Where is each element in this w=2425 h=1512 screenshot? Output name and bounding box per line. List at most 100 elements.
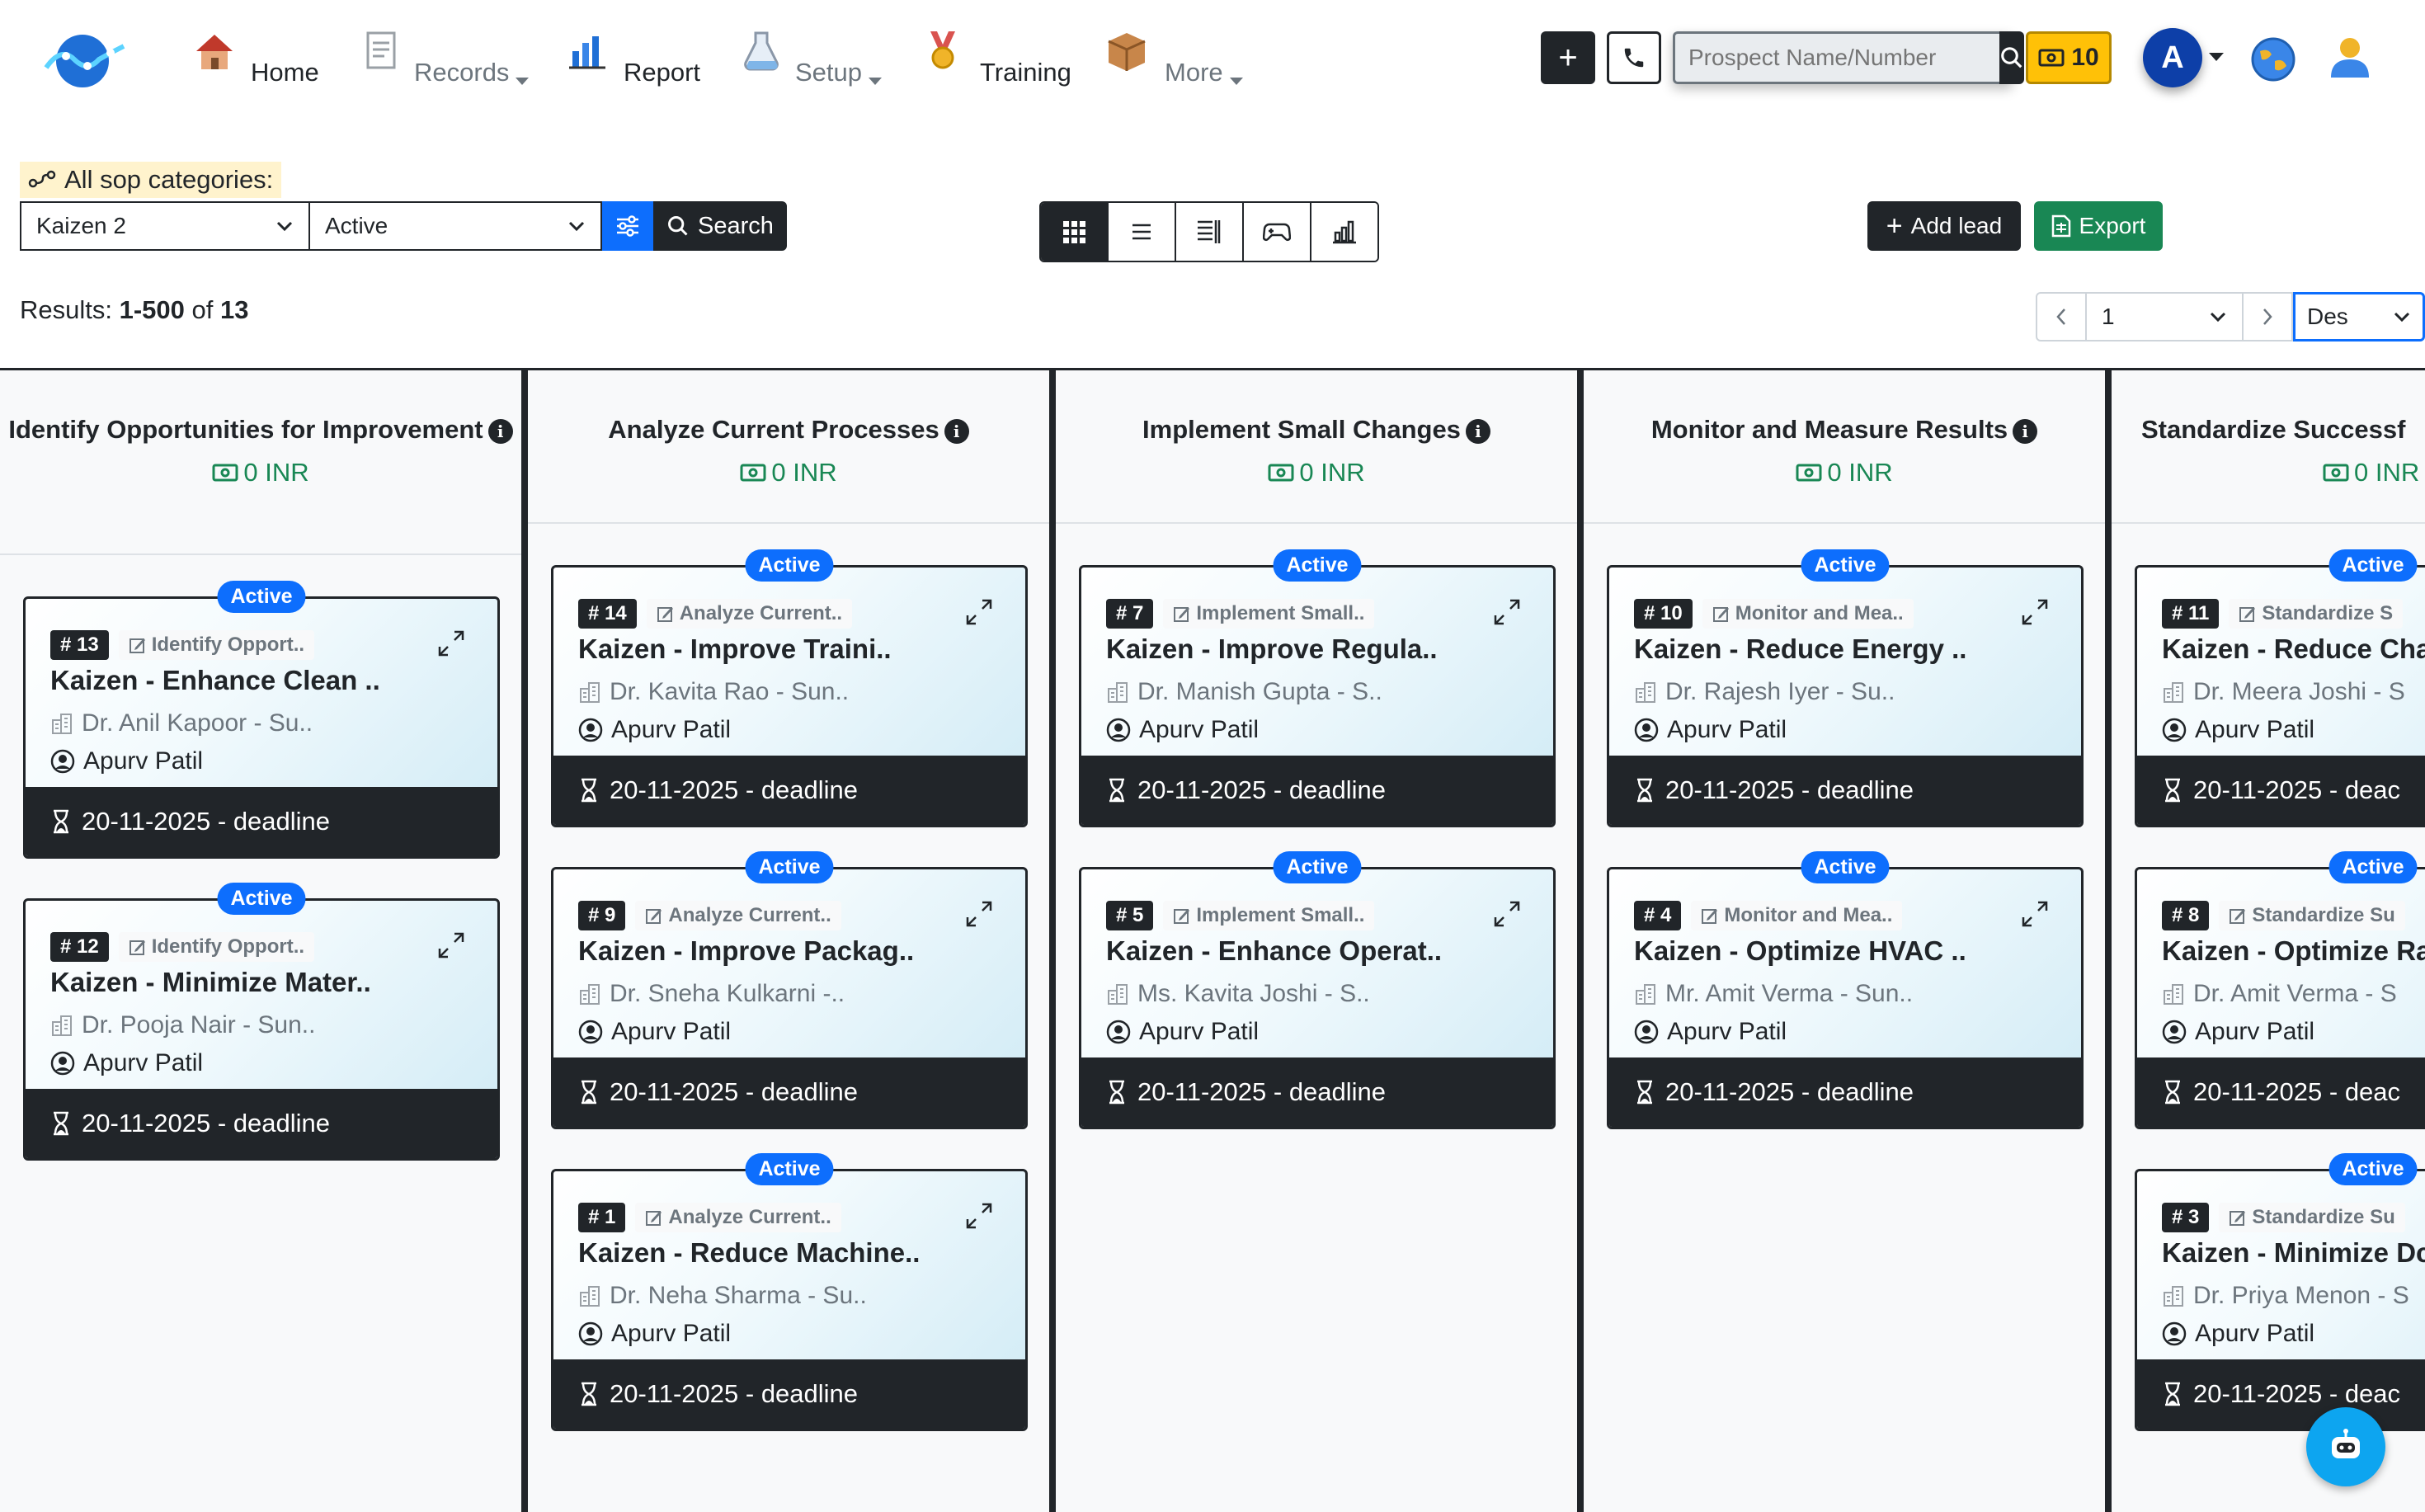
card-title[interactable]: Kaizen - Improve Packag.. bbox=[578, 935, 914, 967]
nav-training[interactable]: Training bbox=[922, 30, 1087, 87]
stage-tag[interactable]: Analyze Current.. bbox=[635, 901, 841, 930]
card-title[interactable]: Kaizen - Minimize Dc bbox=[2162, 1237, 2425, 1269]
lead-card[interactable]: Active # 10 Monitor and Mea.. Kaizen - R… bbox=[1607, 549, 2084, 827]
page-select[interactable]: 1 bbox=[2087, 292, 2242, 341]
card-deadline-text: 20-11-2025 - deadline bbox=[610, 1379, 859, 1408]
expand-icon[interactable] bbox=[2020, 899, 2050, 929]
nav-more[interactable]: More bbox=[1105, 30, 1254, 87]
add-button[interactable]: + bbox=[1541, 31, 1595, 84]
card-contact-text: Dr. Priya Menon - S bbox=[2193, 1282, 2409, 1309]
chevron-down-icon bbox=[2394, 312, 2410, 323]
stage-tag[interactable]: Analyze Current.. bbox=[646, 599, 853, 629]
prospect-search-button[interactable] bbox=[1999, 31, 2024, 84]
nav-setup[interactable]: Setup bbox=[741, 30, 897, 87]
stage-tag[interactable]: Analyze Current.. bbox=[635, 1203, 841, 1232]
person-circle-icon bbox=[1106, 718, 1131, 742]
info-icon[interactable]: i bbox=[487, 418, 513, 444]
lead-card[interactable]: Active # 13 Identify Opport.. Kaizen - E… bbox=[23, 581, 500, 859]
info-icon[interactable]: i bbox=[2013, 418, 2038, 444]
lead-card[interactable]: Active # 9 Analyze Current.. Kaizen - Im… bbox=[551, 851, 1028, 1129]
stage-tag[interactable]: Implement Small.. bbox=[1163, 599, 1375, 629]
call-button[interactable] bbox=[1607, 31, 1661, 84]
list-view-button[interactable] bbox=[1109, 203, 1176, 261]
card-title[interactable]: Kaizen - Enhance Operat.. bbox=[1106, 935, 1442, 967]
cash-icon bbox=[740, 464, 766, 482]
lead-card[interactable]: Active # 14 Analyze Current.. Kaizen - I… bbox=[551, 549, 1028, 827]
prospect-search-input[interactable] bbox=[1673, 31, 1999, 84]
grid-icon bbox=[1063, 221, 1085, 243]
search-button[interactable]: Search bbox=[653, 201, 787, 251]
advanced-filter-button[interactable] bbox=[602, 201, 653, 251]
chart-view-button[interactable] bbox=[1311, 203, 1377, 261]
card-title[interactable]: Kaizen - Optimize Ra bbox=[2162, 935, 2425, 967]
next-page-button[interactable] bbox=[2242, 292, 2293, 341]
game-view-button[interactable] bbox=[1244, 203, 1311, 261]
stage-tag[interactable]: Identify Opport.. bbox=[118, 932, 315, 962]
expand-icon[interactable] bbox=[436, 629, 466, 658]
card-title[interactable]: Kaizen - Optimize HVAC .. bbox=[1634, 935, 1966, 967]
expand-icon[interactable] bbox=[964, 597, 994, 627]
card-title[interactable]: Kaizen - Reduce Cha bbox=[2162, 634, 2425, 665]
card-title[interactable]: Kaizen - Minimize Mater.. bbox=[50, 967, 371, 998]
lead-card[interactable]: Active # 11 Standardize S Kaizen - Reduc… bbox=[2135, 549, 2425, 827]
card-title[interactable]: Kaizen - Reduce Energy .. bbox=[1634, 634, 1966, 665]
nav-report[interactable]: Report bbox=[567, 30, 716, 87]
lead-card[interactable]: Active # 7 Implement Small.. Kaizen - Im… bbox=[1079, 549, 1556, 827]
hourglass-icon bbox=[1109, 778, 1124, 803]
expand-icon[interactable] bbox=[964, 899, 994, 929]
user-profile-icon[interactable] bbox=[2326, 33, 2374, 81]
expand-icon[interactable] bbox=[1492, 899, 1522, 929]
lead-card[interactable]: Active # 12 Identify Opport.. Kaizen - M… bbox=[23, 883, 500, 1161]
stage-tag[interactable]: Implement Small.. bbox=[1163, 901, 1375, 930]
lead-card[interactable]: Active # 5 Implement Small.. Kaizen - En… bbox=[1079, 851, 1556, 1129]
card-title[interactable]: Kaizen - Reduce Machine.. bbox=[578, 1237, 920, 1269]
category-select[interactable]: Kaizen 2 bbox=[20, 201, 310, 251]
info-icon[interactable]: i bbox=[944, 418, 969, 444]
person-circle-icon bbox=[1634, 718, 1659, 742]
nav-home[interactable]: Home bbox=[193, 30, 325, 87]
prev-page-button[interactable] bbox=[2036, 292, 2087, 341]
add-lead-button[interactable]: + Add lead bbox=[1867, 201, 2021, 251]
card-contact-text: Dr. Anil Kapoor - Su.. bbox=[82, 709, 313, 737]
card-title[interactable]: Kaizen - Improve Regula.. bbox=[1106, 634, 1438, 665]
card-deadline: 20-11-2025 - deadline bbox=[553, 756, 1025, 825]
lead-card[interactable]: Active # 1 Analyze Current.. Kaizen - Re… bbox=[551, 1153, 1028, 1431]
lead-card[interactable]: Active # 3 Standardize Su Kaizen - Minim… bbox=[2135, 1153, 2425, 1431]
stage-tag[interactable]: Standardize Su bbox=[2219, 901, 2405, 930]
chatbot-button[interactable] bbox=[2306, 1407, 2385, 1486]
status-select[interactable]: Active bbox=[310, 201, 602, 251]
export-button[interactable]: Export bbox=[2034, 201, 2163, 251]
sop-categories-label: All sop categories: bbox=[20, 162, 282, 198]
card-meta: # 9 Analyze Current.. bbox=[578, 901, 841, 930]
expand-icon[interactable] bbox=[964, 1201, 994, 1231]
globe-icon[interactable] bbox=[2250, 36, 2296, 82]
avatar[interactable]: A bbox=[2143, 28, 2202, 87]
lead-card[interactable]: Active # 4 Monitor and Mea.. Kaizen - Op… bbox=[1607, 851, 2084, 1129]
card-title[interactable]: Kaizen - Improve Traini.. bbox=[578, 634, 892, 665]
nav-records[interactable]: Records bbox=[361, 30, 543, 87]
lead-card[interactable]: Active # 8 Standardize Su Kaizen - Optim… bbox=[2135, 851, 2425, 1129]
card-number: # 5 bbox=[1106, 901, 1154, 930]
person-circle-icon bbox=[1634, 1020, 1659, 1044]
app-logo[interactable] bbox=[41, 31, 127, 91]
stage-tag[interactable]: Standardize S bbox=[2229, 599, 2404, 629]
stage-tag-text: Implement Small.. bbox=[1196, 904, 1365, 926]
info-icon[interactable]: i bbox=[1465, 418, 1490, 444]
grid-view-button[interactable] bbox=[1041, 203, 1109, 261]
stage-tag[interactable]: Monitor and Mea.. bbox=[1691, 901, 1903, 930]
expand-icon[interactable] bbox=[1492, 597, 1522, 627]
stage-tag[interactable]: Identify Opport.. bbox=[118, 630, 315, 660]
view-switcher bbox=[1039, 201, 1379, 262]
prospect-search bbox=[1673, 31, 2024, 84]
card-title[interactable]: Kaizen - Enhance Clean .. bbox=[50, 665, 380, 696]
sort-order-select[interactable]: Des bbox=[2293, 292, 2425, 341]
coins-badge[interactable]: 10 bbox=[2026, 31, 2112, 84]
expand-icon[interactable] bbox=[2020, 597, 2050, 627]
expand-icon[interactable] bbox=[436, 930, 466, 960]
card-contact-text: Dr. Sneha Kulkarni -.. bbox=[610, 980, 845, 1007]
detail-view-button[interactable] bbox=[1176, 203, 1244, 261]
stage-tag[interactable]: Monitor and Mea.. bbox=[1702, 599, 1914, 629]
stage-tag[interactable]: Standardize Su bbox=[2219, 1203, 2405, 1232]
card-owner-text: Apurv Patil bbox=[2195, 716, 2315, 743]
chevron-down-icon[interactable] bbox=[2209, 53, 2224, 61]
